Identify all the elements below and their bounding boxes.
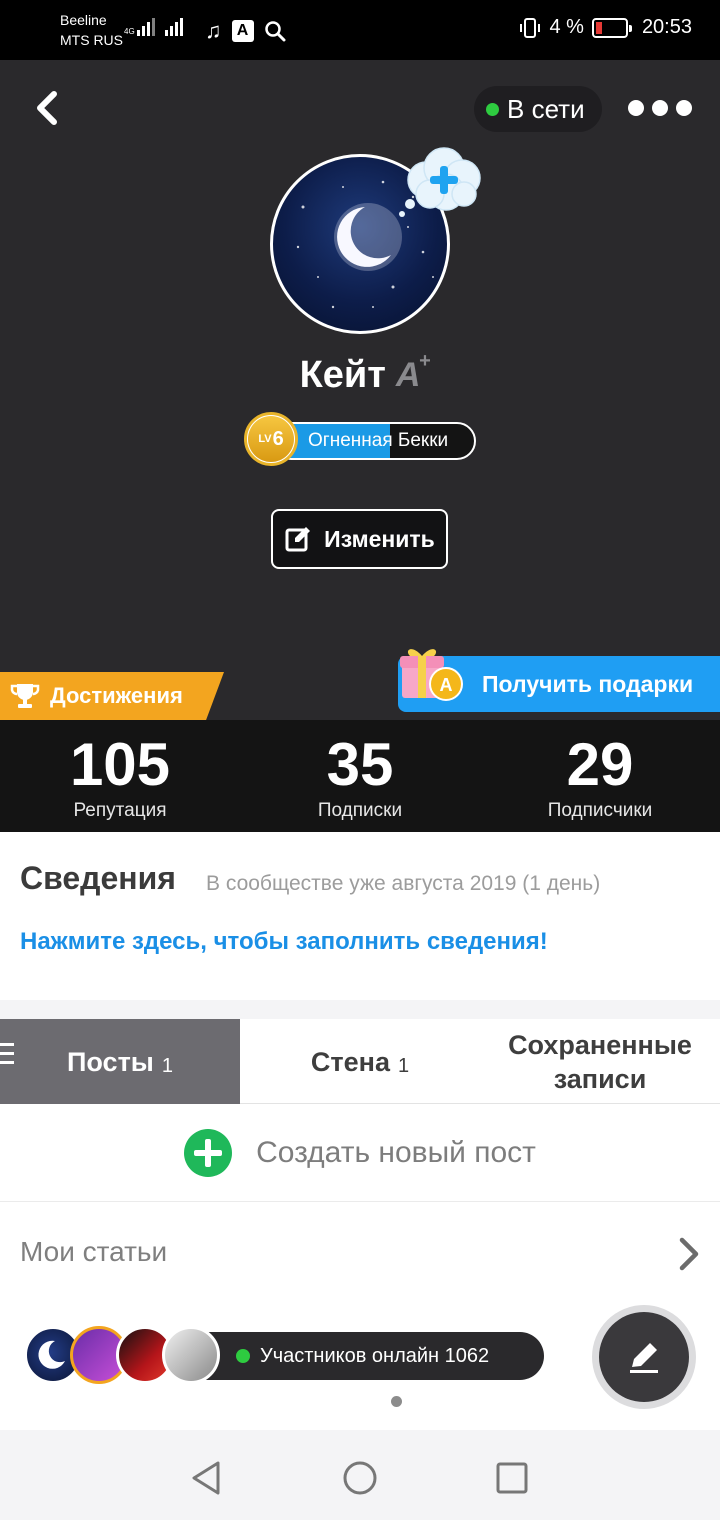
- search-icon: [264, 21, 285, 42]
- member-since: В сообществе уже августа 2019 (1 день): [206, 872, 601, 895]
- svg-text:A: A: [440, 675, 453, 695]
- back-arrow-icon[interactable]: [28, 88, 64, 128]
- stat-reputation[interactable]: 105 Репутация: [0, 720, 240, 832]
- articles-label: Мои статьи: [20, 1236, 168, 1267]
- system-nav-bar: [0, 1430, 720, 1520]
- pencil-icon: [630, 1343, 658, 1373]
- gift-icon: A: [400, 649, 463, 701]
- tab-label: Сохраненные записи: [508, 1029, 692, 1094]
- achievements-label: Достижения: [50, 683, 183, 708]
- online-status: В сети: [474, 86, 602, 132]
- members-online-label: Участников онлайн 1062: [260, 1344, 490, 1367]
- level-title: Огненная Бекки: [308, 430, 449, 451]
- username-row: Кейт A +: [0, 350, 720, 397]
- edit-label: Изменить: [324, 525, 435, 552]
- online-dot-icon: [486, 102, 499, 116]
- level-progress-bar: Огненная Бекки: [272, 422, 476, 460]
- chevron-right-icon: [679, 1237, 699, 1271]
- profile-tabs: Посты 1 Стена 1 Сохраненные записи: [0, 1019, 720, 1104]
- edit-icon: [285, 527, 311, 552]
- gifts-label: Получить подарки: [482, 670, 694, 697]
- battery-percent: 4 %: [549, 16, 584, 38]
- music-icon: ♫: [205, 18, 222, 43]
- online-dot-icon: [236, 1349, 250, 1363]
- achievements-button[interactable]: Достижения: [0, 672, 224, 720]
- menu-icon[interactable]: [0, 1043, 14, 1064]
- nav-recents-icon[interactable]: [492, 1458, 532, 1498]
- tab-wall[interactable]: Стена 1: [240, 1019, 480, 1104]
- app-a-icon: A: [231, 20, 254, 42]
- crown-icon: LV 6: [244, 412, 298, 466]
- fill-info-link[interactable]: Нажмите здесь, чтобы заполнить сведения!: [20, 928, 548, 956]
- status-right: 4 % 20:53: [519, 16, 692, 39]
- carrier-info: Beeline MTS RUS: [60, 10, 123, 50]
- stat-followers[interactable]: 29 Подписчики: [480, 720, 720, 832]
- signal-icon-2: [164, 14, 183, 36]
- tab-label: Стена: [310, 1046, 390, 1077]
- edit-profile-button[interactable]: Изменить: [271, 509, 448, 569]
- compose-button[interactable]: [592, 1305, 696, 1409]
- nav-home-icon[interactable]: [340, 1458, 380, 1498]
- stats-row: 105 Репутация 35 Подписки 29 Подписчики: [0, 720, 720, 832]
- stat-label: Подписчики: [547, 800, 653, 821]
- carrier-1: Beeline: [60, 12, 107, 28]
- stat-value: 105: [69, 731, 171, 798]
- create-post-button[interactable]: Создать новый пост: [0, 1104, 720, 1202]
- tab-saved[interactable]: Сохраненные записи: [480, 1019, 720, 1104]
- signal-icon: [136, 14, 155, 36]
- stat-value: 29: [566, 731, 634, 798]
- my-articles-row[interactable]: Мои статьи: [0, 1202, 720, 1302]
- clock: 20:53: [641, 16, 692, 38]
- status-bar: Beeline MTS RUS 4G ♫ A 4 % 20:53: [0, 0, 720, 60]
- plus-circle-icon: [184, 1128, 233, 1177]
- info-section: Сведения В сообществе уже августа 2019 (…: [0, 832, 720, 1000]
- notification-icons: ♫ A: [205, 18, 286, 44]
- profile-header: В сети Кейт A + Огненная Бекки LV 6 Изме…: [0, 60, 720, 720]
- tab-posts[interactable]: Посты 1: [0, 1019, 240, 1104]
- create-post-label: Создать новый пост: [256, 1135, 536, 1169]
- tab-count: 1: [161, 1054, 173, 1077]
- tab-count: 1: [397, 1054, 410, 1077]
- level-prefix: LV: [258, 433, 272, 445]
- carrier-2: MTS RUS: [60, 32, 123, 48]
- stat-label: Репутация: [73, 800, 167, 821]
- amino-plus-icon[interactable]: A +: [396, 350, 431, 395]
- tab-label: Посты: [67, 1046, 154, 1077]
- level-number: 6: [272, 427, 284, 450]
- member-avatar[interactable]: [162, 1326, 220, 1384]
- page-indicator-dot: [391, 1396, 402, 1407]
- stat-value: 35: [326, 731, 394, 798]
- add-cloud-icon[interactable]: [396, 142, 486, 222]
- battery-icon: [591, 17, 632, 38]
- vibrate-icon: [520, 17, 541, 38]
- info-title: Сведения: [20, 860, 176, 896]
- network-type: 4G: [124, 27, 135, 36]
- online-label: В сети: [507, 93, 585, 124]
- nav-back-icon[interactable]: [186, 1458, 226, 1498]
- username: Кейт: [299, 354, 386, 396]
- network-indicators: 4G: [124, 14, 183, 36]
- more-options-button[interactable]: [628, 100, 692, 116]
- stat-label: Подписки: [317, 800, 403, 821]
- trophy-icon: [10, 684, 40, 708]
- stat-following[interactable]: 35 Подписки: [240, 720, 480, 832]
- members-online-pill[interactable]: Участников онлайн 1062: [184, 1332, 544, 1380]
